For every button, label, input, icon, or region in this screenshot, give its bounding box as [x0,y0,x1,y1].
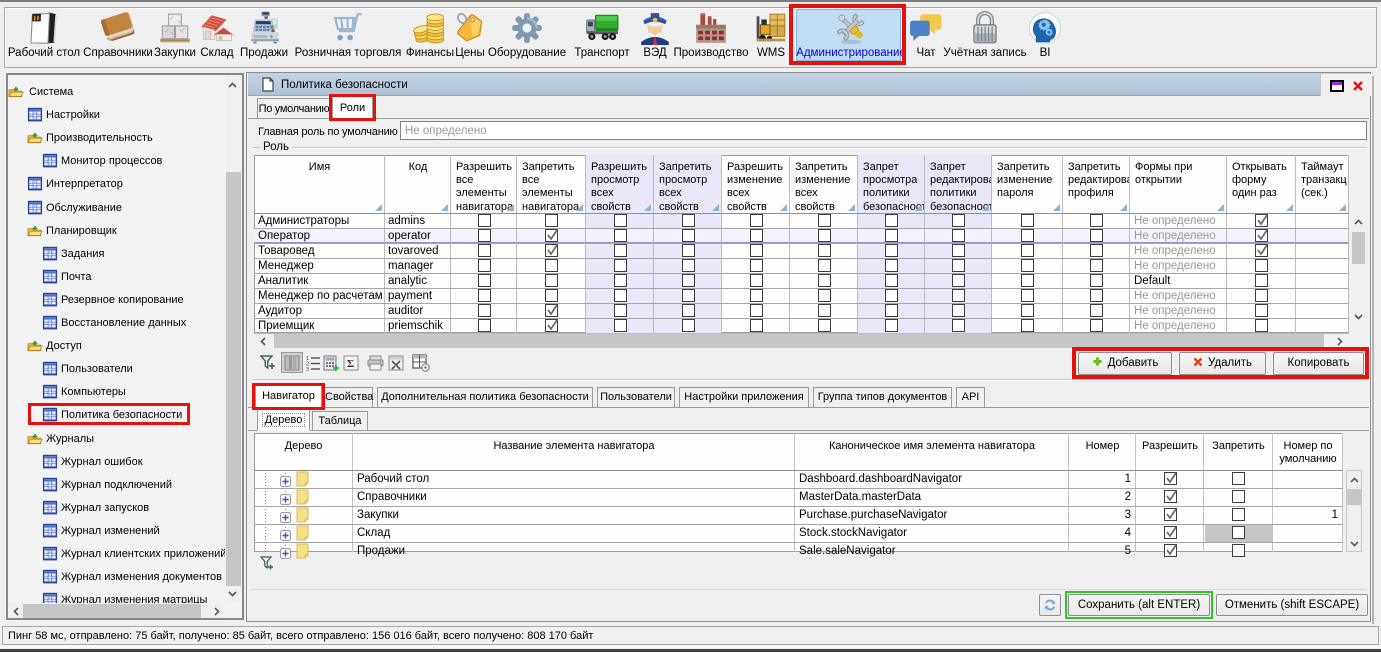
svg-text:3: 3 [306,367,309,371]
svg-text:Σ: Σ [347,358,354,370]
